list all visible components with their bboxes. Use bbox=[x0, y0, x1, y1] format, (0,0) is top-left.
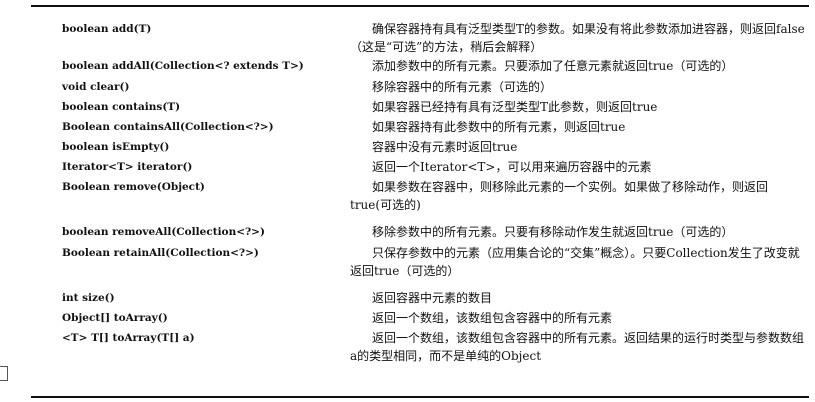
method-description: 只保存参数中的元素（应用集合论的“交集”概念）。只要Collection发生了改… bbox=[350, 246, 800, 279]
method-description: 移除参数中的所有元素。只要有移除动作发生就返回true（可选的） bbox=[372, 225, 734, 239]
table-row: Boolean containsAll(Collection<?>) 如果容器持… bbox=[62, 118, 812, 138]
table-row: boolean addAll(Collection<? extends T>) … bbox=[62, 57, 812, 78]
method-description: 添加参数中的所有元素。只要添加了任意元素就返回true（可选的） bbox=[372, 59, 734, 73]
method-signature: void clear() bbox=[62, 81, 130, 93]
method-description: 如果容器已经持有具有泛型类型T此参数，则返回true bbox=[372, 100, 658, 114]
method-signature: boolean contains(T) bbox=[62, 101, 181, 113]
table-bottom-rule bbox=[31, 396, 809, 398]
method-description: 返回一个数组，该数组包含容器中的所有元素。返回结果的运行时类型与参数数组a的类型… bbox=[350, 331, 805, 364]
method-description: 如果参数在容器中，则移除此元素的一个实例。如果做了移除动作，则返回true(可选… bbox=[350, 180, 769, 213]
method-description: 确保容器持有具有泛型类型T的参数。如果没有将此参数添加进容器，则返回false（… bbox=[350, 22, 805, 55]
method-signature: <T> T[] toArray(T[] a) bbox=[62, 332, 195, 344]
table-row: <T> T[] toArray(T[] a) 返回一个数组，该数组包含容器中的所… bbox=[62, 329, 812, 369]
table-row: Boolean retainAll(Collection<?>) 只保存参数中的… bbox=[62, 244, 812, 289]
collection-methods-table: boolean add(T) 确保容器持有具有泛型类型T的参数。如果没有将此参数… bbox=[62, 20, 812, 369]
method-signature: Boolean containsAll(Collection<?>) bbox=[62, 121, 274, 133]
method-signature: Boolean retainAll(Collection<?>) bbox=[62, 247, 259, 259]
method-description: 如果容器持有此参数中的所有元素，则返回true bbox=[372, 120, 626, 134]
method-signature: boolean removeAll(Collection<?>) bbox=[62, 226, 265, 238]
method-signature: Object[] toArray() bbox=[62, 312, 168, 324]
method-signature: Iterator<T> iterator() bbox=[62, 161, 193, 173]
method-description: 容器中没有元素时返回true bbox=[372, 140, 518, 154]
method-signature: Boolean remove(Object) bbox=[62, 181, 205, 193]
method-description: 返回一个Iterator<T>，可以用来遍历容器中的元素 bbox=[372, 160, 652, 174]
method-description: 返回容器中元素的数目 bbox=[372, 291, 493, 305]
method-signature: boolean addAll(Collection<? extends T>) bbox=[62, 60, 304, 72]
table-row: Iterator<T> iterator() 返回一个Iterator<T>，可… bbox=[62, 158, 812, 178]
table-row: boolean contains(T) 如果容器已经持有具有泛型类型T此参数，则… bbox=[62, 98, 812, 118]
method-description: 移除容器中的所有元素（可选的） bbox=[372, 80, 553, 94]
table-row: boolean add(T) 确保容器持有具有泛型类型T的参数。如果没有将此参数… bbox=[62, 20, 812, 57]
method-signature: boolean add(T) bbox=[62, 23, 152, 35]
table-row: Boolean remove(Object) 如果参数在容器中，则移除此元素的一… bbox=[62, 178, 812, 223]
method-description: 返回一个数组，该数组包含容器中的所有元素 bbox=[372, 311, 613, 325]
method-signature: boolean isEmpty() bbox=[62, 141, 170, 153]
table-row: int size() 返回容器中元素的数目 bbox=[62, 289, 812, 309]
table-row: boolean removeAll(Collection<?>) 移除参数中的所… bbox=[62, 223, 812, 244]
margin-mark bbox=[0, 366, 8, 381]
table-top-rule bbox=[31, 5, 809, 7]
method-signature: int size() bbox=[62, 292, 115, 304]
table-row: Object[] toArray() 返回一个数组，该数组包含容器中的所有元素 bbox=[62, 309, 812, 329]
table-row: void clear() 移除容器中的所有元素（可选的） bbox=[62, 78, 812, 98]
table-row: boolean isEmpty() 容器中没有元素时返回true bbox=[62, 138, 812, 158]
